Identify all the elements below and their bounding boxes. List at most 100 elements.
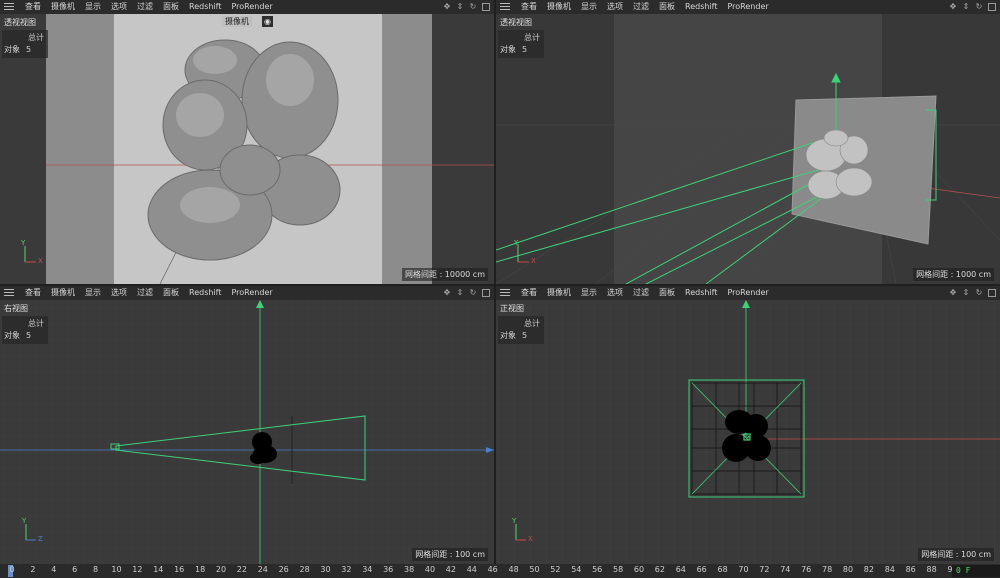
menu-filter[interactable]: 过滤 (628, 0, 654, 14)
timeline-tick-label: 58 (613, 565, 624, 574)
timeline-tick-label: 82 (863, 565, 874, 574)
zoom-view-icon[interactable]: ⇕ (962, 289, 970, 297)
move-view-icon[interactable]: ✥ (949, 289, 957, 297)
timeline-tick-label: 12 (132, 565, 143, 574)
timeline-tick-label: 50 (529, 565, 540, 574)
menu-view[interactable]: 查看 (516, 286, 542, 300)
hamburger-icon[interactable] (500, 289, 510, 297)
menu-display[interactable]: 显示 (576, 286, 602, 300)
zoom-view-icon[interactable]: ⇕ (962, 3, 970, 11)
rotate-view-icon[interactable]: ↻ (469, 3, 477, 11)
menu-redshift[interactable]: Redshift (680, 0, 722, 14)
menu-redshift[interactable]: Redshift (184, 0, 226, 14)
timeline-tick-label: 62 (654, 565, 665, 574)
stats-value: 5 (522, 45, 528, 54)
stats-value: 5 (26, 45, 32, 54)
menu-panel[interactable]: 面板 (654, 286, 680, 300)
menu-view[interactable]: 查看 (20, 286, 46, 300)
menu-panel[interactable]: 面板 (158, 286, 184, 300)
viewport-bottom-right[interactable]: 查看 摄像机 显示 选项 过滤 面板 Redshift ProRender ✥ … (496, 286, 1000, 564)
timeline-tick-label: 32 (341, 565, 352, 574)
menu-options[interactable]: 选项 (602, 0, 628, 14)
viewport-canvas (496, 300, 1000, 564)
stats-header: 总计 (524, 319, 540, 328)
move-view-icon[interactable]: ✥ (949, 3, 957, 11)
menu-redshift[interactable]: Redshift (680, 286, 722, 300)
timeline-tick-label: 14 (153, 565, 164, 574)
maximize-view-icon[interactable] (482, 3, 490, 11)
viewport-bottom-left[interactable]: 查看 摄像机 显示 选项 过滤 面板 Redshift ProRender ✥ … (0, 286, 494, 564)
menu-camera[interactable]: 摄像机 (542, 286, 576, 300)
menu-camera[interactable]: 摄像机 (542, 0, 576, 14)
grid-spacing-label: 网格间距 : 1000 cm (913, 268, 994, 281)
axis-x-label: X (38, 257, 43, 265)
menu-options[interactable]: 选项 (602, 286, 628, 300)
maximize-view-icon[interactable] (482, 289, 490, 297)
menu-options[interactable]: 选项 (106, 0, 132, 14)
menu-redshift[interactable]: Redshift (184, 286, 226, 300)
axis-y-label: Y (512, 517, 517, 525)
viewport-top-left[interactable]: 查看 摄像机 显示 选项 过滤 面板 Redshift ProRender ✥ … (0, 0, 494, 284)
camera-tag[interactable]: 摄像机 (222, 16, 252, 27)
menu-prorender[interactable]: ProRender (226, 286, 277, 300)
timeline-tick-label: 72 (759, 565, 770, 574)
maximize-view-icon[interactable] (988, 3, 996, 11)
menu-display[interactable]: 显示 (80, 286, 106, 300)
timeline-tick-label: 34 (362, 565, 373, 574)
timeline-tick-label: 30 (320, 565, 331, 574)
timeline-tick-label: 88 (926, 565, 937, 574)
timeline-tick-label: 10 (111, 565, 122, 574)
rotate-view-icon[interactable]: ↻ (975, 289, 983, 297)
grid-spacing-label: 网格间距 : 100 cm (918, 548, 994, 561)
rotate-view-icon[interactable]: ↻ (975, 3, 983, 11)
timeline-tick-label: 44 (466, 565, 477, 574)
hamburger-icon[interactable] (500, 3, 510, 11)
zoom-view-icon[interactable]: ⇕ (456, 3, 464, 11)
viewport-top-right[interactable]: 查看 摄像机 显示 选项 过滤 面板 Redshift ProRender ✥ … (496, 0, 1000, 284)
stats-value: 5 (522, 331, 528, 340)
timeline-tick-label: 8 (93, 565, 99, 574)
timeline-tick-label: 2 (30, 565, 36, 574)
axis-y-label: Y (22, 517, 27, 525)
move-view-icon[interactable]: ✥ (443, 3, 451, 11)
menu-view[interactable]: 查看 (516, 0, 542, 14)
axis-y-label: Y (514, 239, 519, 247)
menu-prorender[interactable]: ProRender (722, 0, 773, 14)
timeline-tick-label: 76 (801, 565, 812, 574)
menu-prorender[interactable]: ProRender (722, 286, 773, 300)
stats-label: 对象 (4, 45, 20, 54)
menu-prorender[interactable]: ProRender (226, 0, 277, 14)
rotate-view-icon[interactable]: ↻ (469, 289, 477, 297)
viewport-canvas (0, 14, 494, 284)
menu-filter[interactable]: 过滤 (132, 286, 158, 300)
menu-display[interactable]: 显示 (80, 0, 106, 14)
axis-y-label: Y (21, 239, 26, 247)
timeline[interactable]: 0 2 4 6 8 10 12 14 16 18 20 22 24 26 28 30 32 34 36 38 40 42 4… (0, 564, 1000, 578)
timeline-tick-label: 80 (842, 565, 854, 574)
camera-icon[interactable]: ◉ (262, 16, 273, 27)
hamburger-icon[interactable] (4, 3, 14, 11)
menu-filter[interactable]: 过滤 (628, 286, 654, 300)
menu-view[interactable]: 查看 (20, 0, 46, 14)
menu-filter[interactable]: 过滤 (132, 0, 158, 14)
timeline-tick-label: 42 (445, 565, 456, 574)
timeline-tick-label: 84 (884, 565, 895, 574)
maximize-view-icon[interactable] (988, 289, 996, 297)
viewport-menubar: 查看 摄像机 显示 选项 过滤 面板 Redshift ProRender ✥ … (496, 286, 1000, 300)
stats-header: 总计 (28, 319, 44, 328)
hamburger-icon[interactable] (4, 289, 14, 297)
menu-panel[interactable]: 面板 (654, 0, 680, 14)
timeline-tick-label: 4 (51, 565, 57, 574)
menu-camera[interactable]: 摄像机 (46, 286, 80, 300)
stats-panel: 总计 对象 5 (498, 30, 544, 58)
timeline-tick-label: 66 (696, 565, 707, 574)
timeline-tick-label: 40 (424, 565, 436, 574)
viewport-name: 透视视图 (500, 18, 532, 27)
menu-options[interactable]: 选项 (106, 286, 132, 300)
menu-panel[interactable]: 面板 (158, 0, 184, 14)
zoom-view-icon[interactable]: ⇕ (456, 289, 464, 297)
move-view-icon[interactable]: ✥ (443, 289, 451, 297)
menu-camera[interactable]: 摄像机 (46, 0, 80, 14)
menu-display[interactable]: 显示 (576, 0, 602, 14)
stats-header: 总计 (524, 33, 540, 42)
